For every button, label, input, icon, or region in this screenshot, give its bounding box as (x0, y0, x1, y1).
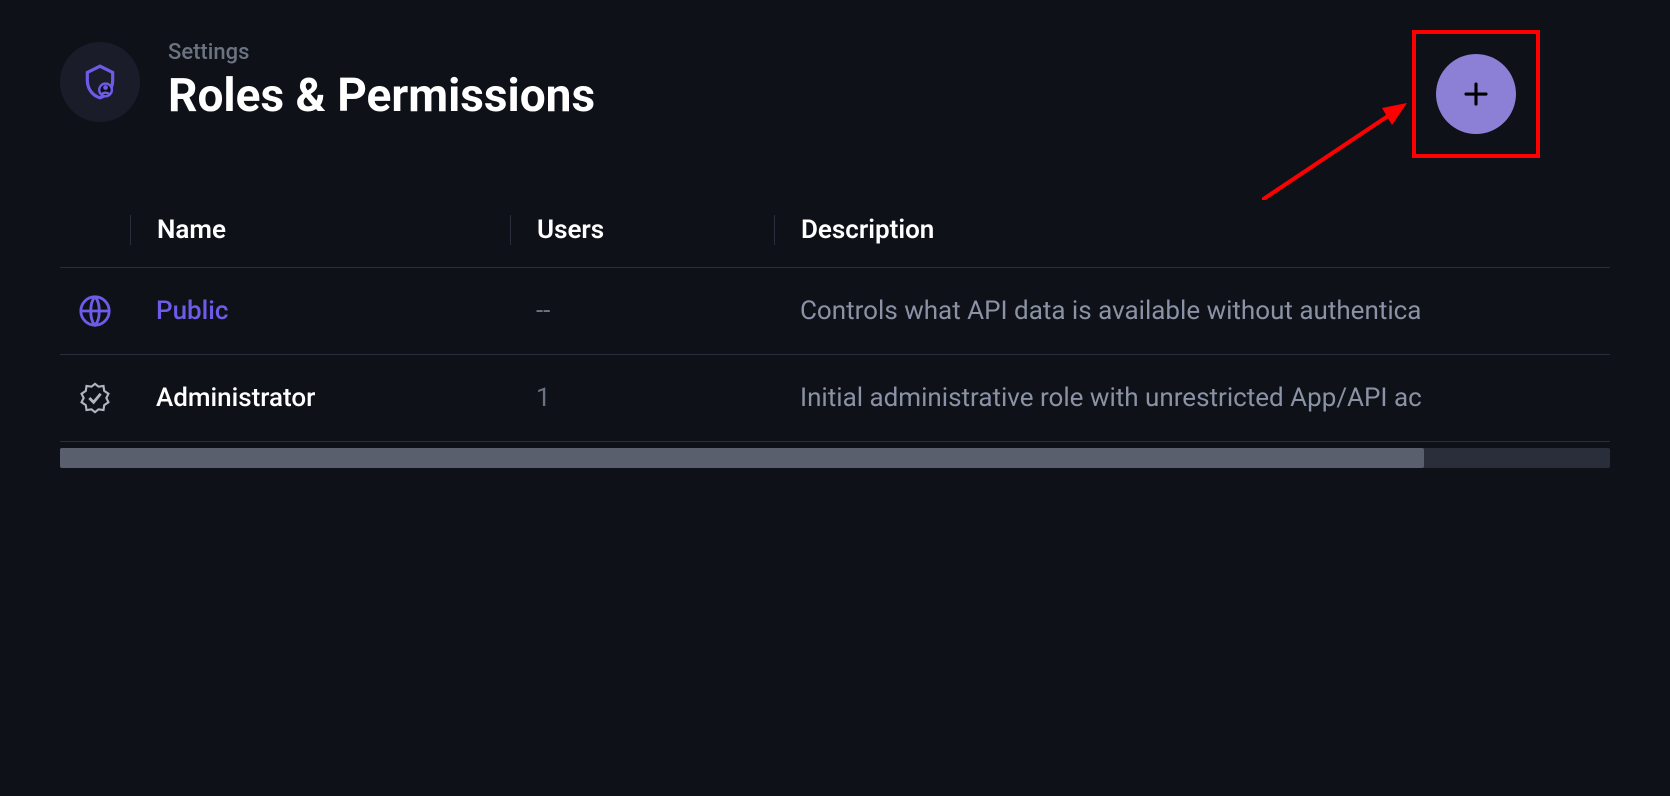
globe-icon (78, 294, 112, 328)
page-header: Settings Roles & Permissions (0, 0, 1670, 153)
table-header-name[interactable]: Name (130, 215, 510, 245)
shield-person-icon (81, 63, 119, 101)
verified-badge-icon (78, 381, 112, 415)
role-description: Initial administrative role with unrestr… (774, 383, 1610, 413)
annotation-highlight-box (1412, 30, 1540, 158)
role-name: Administrator (130, 383, 510, 413)
header-text: Settings Roles & Permissions (168, 40, 595, 123)
row-icon-container (60, 381, 130, 415)
breadcrumb: Settings (168, 40, 595, 65)
role-users-count: 1 (510, 383, 774, 413)
role-users-count: -- (510, 296, 774, 326)
header-icon-container (60, 42, 140, 122)
table-header-row: Name Users Description (60, 193, 1610, 268)
add-role-button[interactable] (1436, 54, 1516, 134)
role-name: Public (130, 296, 510, 326)
table-row[interactable]: Administrator 1 Initial administrative r… (60, 355, 1610, 442)
plus-icon (1461, 79, 1491, 109)
horizontal-scrollbar[interactable] (60, 448, 1610, 468)
table-header-description[interactable]: Description (774, 215, 1610, 245)
row-icon-container (60, 294, 130, 328)
table-row[interactable]: Public -- Controls what API data is avai… (60, 268, 1610, 355)
roles-table: Name Users Description Public -- Control… (0, 153, 1670, 442)
page-title: Roles & Permissions (168, 69, 595, 123)
scrollbar-thumb[interactable] (60, 448, 1424, 468)
role-description: Controls what API data is available with… (774, 296, 1610, 326)
table-header-users[interactable]: Users (510, 215, 774, 245)
